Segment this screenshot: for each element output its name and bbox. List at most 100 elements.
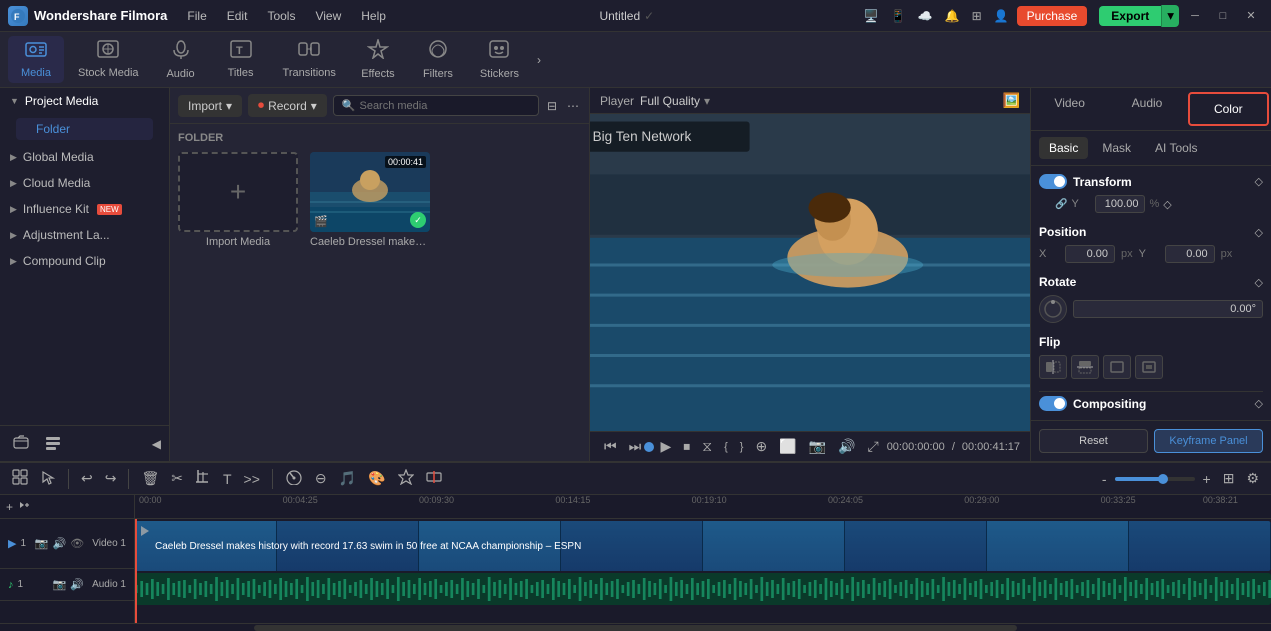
purchase-button[interactable]: Purchase [1017,6,1088,26]
flip-vertical-button[interactable] [1071,355,1099,379]
record-button[interactable]: ⏺ Record ▾ [248,94,327,117]
device-icon[interactable]: 📱 [887,9,910,23]
video-media-item[interactable]: 00:00:41 ✓ 🎬 Caeleb Dressel makes ... [310,152,430,248]
video-clip[interactable]: Caeleb Dressel makes history with record… [135,521,1271,571]
compositing-toggle[interactable] [1039,396,1067,411]
monitor-icon[interactable]: 🖥️ [860,9,883,23]
timeline-ai-button[interactable] [394,467,418,490]
sub-tab-basic[interactable]: Basic [1039,137,1088,159]
sidebar-item-adjustment-layer[interactable]: ▶ Adjustment La... [0,222,169,248]
zoom-handle[interactable] [1158,474,1168,484]
camera-button[interactable]: 📷 [805,436,830,457]
audio-1-camera-icon[interactable]: 📷 [53,578,67,591]
timeline-stabilize-button[interactable]: ⊖ [311,468,331,489]
timeline-ruler[interactable]: 00:00 00:04:25 00:09:30 00:14:15 00:19:1… [135,495,1271,519]
menu-edit[interactable]: Edit [219,7,256,25]
scrollbar-thumb[interactable] [254,625,1017,631]
compositing-reset-icon[interactable]: ◇ [1255,397,1263,410]
add-folder-button[interactable] [8,432,34,455]
menu-file[interactable]: File [179,7,214,25]
fullscreen-button[interactable]: ⤢ [863,436,882,457]
search-input[interactable] [359,100,529,112]
sidebar-item-compound-clip[interactable]: ▶ Compound Clip [0,248,169,274]
timeline-redo-button[interactable]: ↪ [101,468,121,489]
toolbar-item-stickers[interactable]: Stickers [470,35,529,84]
add-audio-track-button[interactable] [17,499,31,514]
flip-button-4[interactable] [1135,355,1163,379]
timeline-scrollbar[interactable] [0,623,1271,631]
preview-timeline[interactable] [649,445,652,449]
zoom-in-button[interactable]: + [1199,469,1215,489]
timeline-crop-button[interactable] [191,467,215,490]
filter-button[interactable]: ⊟ [545,97,559,115]
transform-reset-icon[interactable]: ◇ [1255,175,1263,188]
audio-clip[interactable] [135,573,1271,605]
toolbar-item-stock-media[interactable]: Stock Media [68,36,149,83]
sub-tab-mask[interactable]: Mask [1092,137,1141,159]
rotate-value[interactable]: 0.00° [1073,300,1263,318]
flip-button-3[interactable] [1103,355,1131,379]
timeline-text-button[interactable]: T [219,469,236,489]
notification-icon[interactable]: 🔔 [941,9,964,23]
playhead[interactable] [135,519,137,623]
grid-icon[interactable]: ⊞ [968,9,986,23]
toolbar-more-button[interactable]: › [533,49,545,71]
timeline-color-button[interactable]: 🎨 [364,468,389,489]
toolbar-item-media[interactable]: Media [8,36,64,83]
quality-selector[interactable]: Full Quality ▾ [640,94,710,108]
export-dropdown-button[interactable]: ▾ [1161,5,1179,27]
zoom-slider[interactable] [1115,477,1195,481]
video-1-camera-icon[interactable]: 📷 [35,537,49,550]
rotate-dial[interactable] [1039,295,1067,323]
snapshot-button[interactable]: 🖼️ [1003,92,1020,109]
flip-horizontal-button[interactable] [1039,355,1067,379]
timeline-speed-button[interactable] [281,467,307,490]
sub-tab-ai-tools[interactable]: AI Tools [1145,137,1207,159]
close-button[interactable]: ✕ [1239,6,1263,26]
keyframe-panel-button[interactable]: Keyframe Panel [1154,429,1263,453]
user-avatar[interactable]: 👤 [990,9,1013,23]
export-button[interactable]: Export [1099,6,1161,26]
toolbar-item-transitions[interactable]: Transitions [273,36,346,83]
loop-button[interactable]: ⧖ [698,436,716,457]
timeline-cut-button[interactable]: ✂ [167,468,187,489]
reset-button[interactable]: Reset [1039,429,1148,453]
import-button[interactable]: Import ▾ [178,95,242,117]
rotate-reset-icon[interactable]: ◇ [1255,276,1263,289]
toolbar-item-titles[interactable]: T Titles [213,36,269,83]
position-y-value[interactable]: 0.00 [1165,245,1215,263]
timeline-settings-button[interactable]: ⚙ [1242,468,1263,489]
import-media-item[interactable]: + Import Media [178,152,298,248]
video-thumbnail[interactable]: 00:00:41 ✓ 🎬 [310,152,430,232]
timeline-delete-button[interactable]: 🗑 [137,468,163,489]
add-to-timeline-button[interactable]: ⊕ [751,436,771,457]
more-options-button[interactable]: ⋯ [565,97,581,115]
list-view-button[interactable] [40,432,66,455]
sidebar-item-cloud-media[interactable]: ▶ Cloud Media [0,170,169,196]
timeline-group-button[interactable] [8,467,32,490]
sidebar-item-global-media[interactable]: ▶ Global Media [0,144,169,170]
toolbar-item-filters[interactable]: Filters [410,35,466,84]
zoom-out-button[interactable]: - [1098,469,1111,489]
sidebar-item-project-media[interactable]: ▼ Project Media [0,88,169,114]
step-back-button[interactable]: ⏭ [625,436,646,457]
timeline-audio-button[interactable]: 🎵 [335,468,360,489]
volume-button[interactable]: 🔊 [834,436,859,457]
audio-1-speaker-icon[interactable]: 🔊 [70,578,84,591]
import-placeholder-thumb[interactable]: + [178,152,298,232]
upload-icon[interactable]: ☁️ [914,9,937,23]
maximize-button[interactable]: □ [1211,6,1235,26]
timeline-more-button[interactable]: >> [240,469,264,489]
tab-color[interactable]: Color [1188,92,1269,126]
menu-view[interactable]: View [307,7,349,25]
transform-y-value[interactable]: 100.00 [1095,195,1145,213]
minimize-button[interactable]: ─ [1183,6,1207,26]
play-button[interactable]: ▶ [656,436,675,457]
tab-video[interactable]: Video [1031,88,1108,130]
stop-button[interactable]: ⏹ [679,436,694,457]
timeline-split-button[interactable] [422,467,446,490]
video-1-speaker-icon[interactable]: 🔊 [53,537,67,550]
toolbar-item-audio[interactable]: Audio [153,35,209,84]
timeline-undo-button[interactable]: ↩ [77,468,97,489]
sidebar-item-influence-kit[interactable]: ▶ Influence Kit NEW [0,196,169,222]
